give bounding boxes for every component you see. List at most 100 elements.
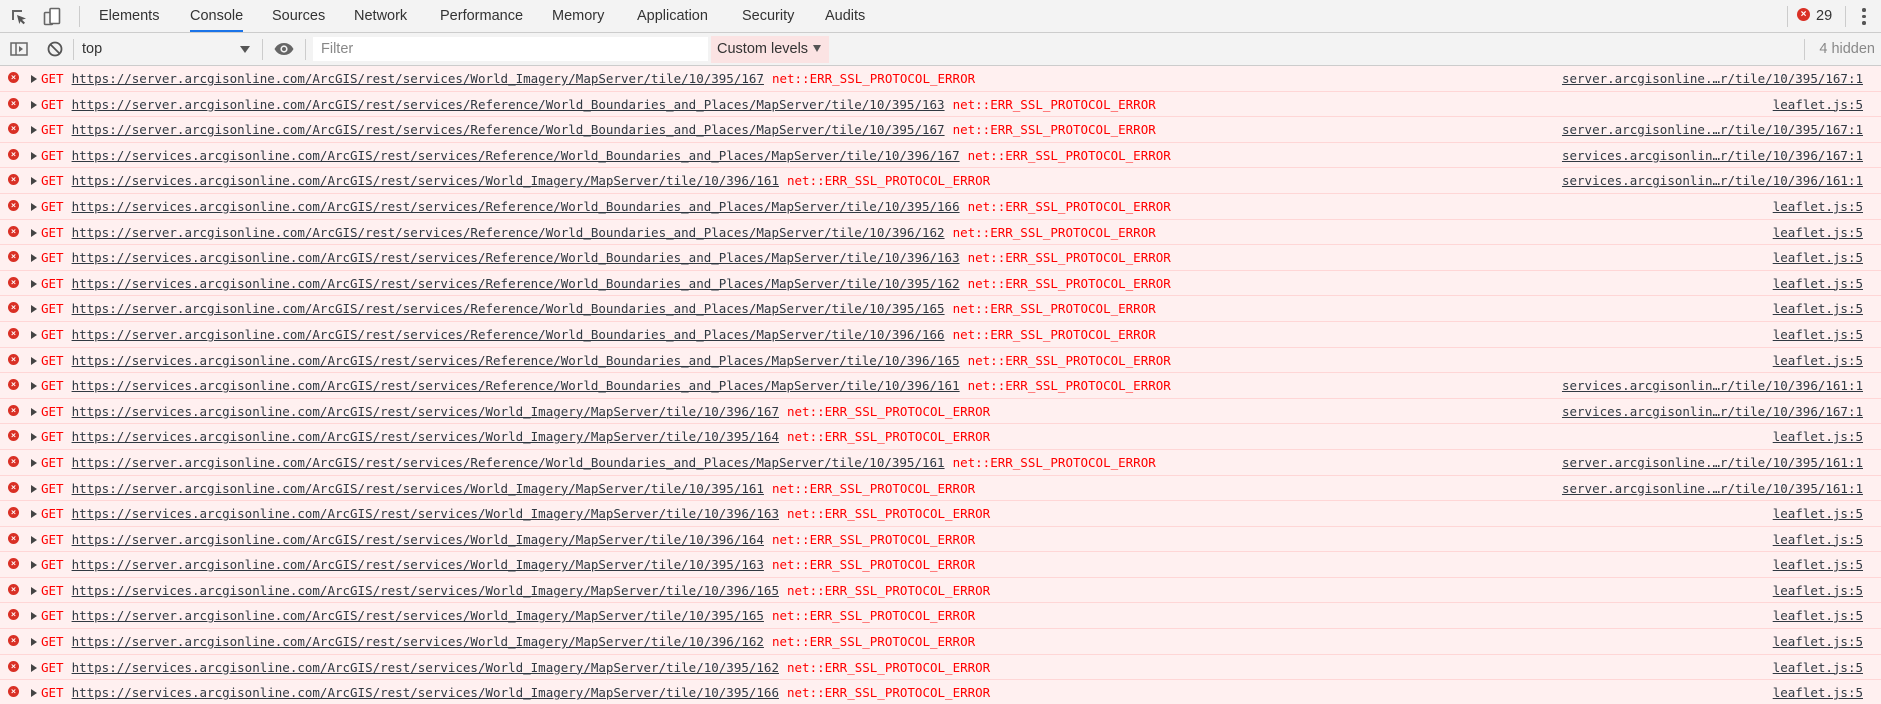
console-message-row[interactable]: × GET https://server.arcgisonline.com/ArcG… — [0, 219, 1881, 246]
expand-triangle-icon[interactable] — [31, 330, 37, 339]
error-icon[interactable]: × — [1797, 8, 1810, 21]
console-message-row[interactable]: × GET https://server.arcgisonline.com/ArcG… — [0, 603, 1881, 630]
source-link[interactable]: server.arcgisonline.…r/tile/10/395/167:1 — [1562, 66, 1863, 91]
request-url-link[interactable]: https://server.arcgisonline.com/ArcGIS/r… — [72, 634, 764, 649]
expand-triangle-icon[interactable] — [31, 689, 37, 698]
expand-triangle-icon[interactable] — [31, 305, 37, 314]
request-url-link[interactable]: https://server.arcgisonline.com/ArcGIS/r… — [72, 481, 764, 496]
expand-triangle-icon[interactable] — [31, 561, 37, 570]
source-link[interactable]: services.arcgisonlin…r/tile/10/396/161:1 — [1562, 168, 1863, 193]
request-url-link[interactable]: https://services.arcgisonline.com/ArcGIS… — [72, 378, 960, 393]
tab-console[interactable]: Console — [190, 0, 244, 32]
request-url-link[interactable]: https://services.arcgisonline.com/ArcGIS… — [72, 429, 779, 444]
expand-triangle-icon[interactable] — [31, 151, 37, 160]
source-link[interactable]: leaflet.js:5 — [1773, 348, 1863, 373]
request-url-link[interactable]: https://services.arcgisonline.com/ArcGIS… — [72, 506, 779, 521]
request-url-link[interactable]: https://services.arcgisonline.com/ArcGIS… — [72, 660, 779, 675]
console-message-row[interactable]: × GET https://services.arcgisonline.com/Ar… — [0, 270, 1881, 297]
expand-triangle-icon[interactable] — [31, 510, 37, 519]
request-url-link[interactable]: https://services.arcgisonline.com/ArcGIS… — [72, 199, 960, 214]
request-url-link[interactable]: https://server.arcgisonline.com/ArcGIS/r… — [72, 608, 764, 623]
expand-triangle-icon[interactable] — [31, 484, 37, 493]
source-link[interactable]: leaflet.js:5 — [1773, 552, 1863, 577]
expand-triangle-icon[interactable] — [31, 279, 37, 288]
console-message-row[interactable]: × GET https://services.arcgisonline.com/Ar… — [0, 680, 1881, 704]
source-link[interactable]: server.arcgisonline.…r/tile/10/395/161:1 — [1562, 450, 1863, 475]
source-link[interactable]: services.arcgisonlin…r/tile/10/396/161:1 — [1562, 373, 1863, 398]
source-link[interactable]: leaflet.js:5 — [1773, 271, 1863, 296]
source-link[interactable]: leaflet.js:5 — [1773, 603, 1863, 628]
more-options-icon[interactable] — [1862, 8, 1866, 28]
eye-icon[interactable] — [273, 38, 295, 60]
source-link[interactable]: leaflet.js:5 — [1773, 322, 1863, 347]
source-link[interactable]: leaflet.js:5 — [1773, 629, 1863, 654]
console-message-row[interactable]: × GET https://services.arcgisonline.com/Ar… — [0, 398, 1881, 425]
console-message-row[interactable]: × GET https://server.arcgisonline.com/ArcG… — [0, 296, 1881, 322]
console-message-row[interactable]: × GET https://services.arcgisonline.com/Ar… — [0, 577, 1881, 604]
source-link[interactable]: leaflet.js:5 — [1773, 194, 1863, 219]
device-toolbar-icon[interactable] — [41, 6, 63, 28]
filter-input[interactable] — [313, 37, 708, 61]
console-message-row[interactable]: × GET https://server.arcgisonline.com/ArcG… — [0, 449, 1881, 476]
console-message-row[interactable]: × GET https://services.arcgisonline.com/Ar… — [0, 501, 1881, 527]
source-link[interactable]: leaflet.js:5 — [1773, 527, 1863, 552]
request-url-link[interactable]: https://services.arcgisonline.com/ArcGIS… — [72, 583, 779, 598]
console-message-row[interactable]: × GET https://services.arcgisonline.com/Ar… — [0, 654, 1881, 681]
expand-triangle-icon[interactable] — [31, 638, 37, 647]
source-link[interactable]: leaflet.js:5 — [1773, 680, 1863, 704]
console-message-row[interactable]: × GET https://server.arcgisonline.com/ArcG… — [0, 475, 1881, 502]
request-url-link[interactable]: https://services.arcgisonline.com/ArcGIS… — [72, 353, 960, 368]
request-url-link[interactable]: https://server.arcgisonline.com/ArcGIS/r… — [72, 225, 945, 240]
expand-triangle-icon[interactable] — [31, 356, 37, 365]
console-message-row[interactable]: × GET https://server.arcgisonline.com/ArcG… — [0, 66, 1881, 92]
expand-triangle-icon[interactable] — [31, 663, 37, 672]
error-count[interactable]: 29 — [1816, 0, 1832, 32]
console-message-row[interactable]: × GET https://services.arcgisonline.com/Ar… — [0, 168, 1881, 194]
expand-triangle-icon[interactable] — [31, 177, 37, 186]
expand-triangle-icon[interactable] — [31, 202, 37, 211]
request-url-link[interactable]: https://services.arcgisonline.com/ArcGIS… — [72, 276, 960, 291]
expand-triangle-icon[interactable] — [31, 586, 37, 595]
request-url-link[interactable]: https://services.arcgisonline.com/ArcGIS… — [72, 404, 779, 419]
console-message-row[interactable]: × GET https://server.arcgisonline.com/ArcG… — [0, 321, 1881, 348]
request-url-link[interactable]: https://services.arcgisonline.com/ArcGIS… — [72, 173, 779, 188]
expand-triangle-icon[interactable] — [31, 612, 37, 621]
request-url-link[interactable]: https://server.arcgisonline.com/ArcGIS/r… — [72, 122, 945, 137]
request-url-link[interactable]: https://server.arcgisonline.com/ArcGIS/r… — [72, 532, 764, 547]
console-message-row[interactable]: × GET https://server.arcgisonline.com/ArcG… — [0, 526, 1881, 553]
source-link[interactable]: leaflet.js:5 — [1773, 501, 1863, 526]
request-url-link[interactable]: https://server.arcgisonline.com/ArcGIS/r… — [72, 71, 764, 86]
expand-triangle-icon[interactable] — [31, 407, 37, 416]
expand-triangle-icon[interactable] — [31, 75, 37, 83]
source-link[interactable]: leaflet.js:5 — [1773, 92, 1863, 117]
source-link[interactable]: leaflet.js:5 — [1773, 220, 1863, 245]
expand-triangle-icon[interactable] — [31, 433, 37, 442]
request-url-link[interactable]: https://services.arcgisonline.com/ArcGIS… — [72, 250, 960, 265]
console-message-row[interactable]: × GET https://services.arcgisonline.com/Ar… — [0, 193, 1881, 220]
request-url-link[interactable]: https://services.arcgisonline.com/ArcGIS… — [72, 685, 779, 700]
request-url-link[interactable]: https://server.arcgisonline.com/ArcGIS/r… — [72, 327, 945, 342]
source-link[interactable]: server.arcgisonline.…r/tile/10/395/161:1 — [1562, 476, 1863, 501]
expand-triangle-icon[interactable] — [31, 535, 37, 544]
request-url-link[interactable]: https://server.arcgisonline.com/ArcGIS/r… — [72, 301, 945, 316]
show-sidebar-icon[interactable] — [8, 38, 30, 60]
tab-memory[interactable]: Memory — [552, 0, 604, 32]
context-selector[interactable]: top — [82, 38, 254, 60]
request-url-link[interactable]: https://server.arcgisonline.com/ArcGIS/r… — [72, 455, 945, 470]
tab-performance[interactable]: Performance — [440, 0, 523, 32]
expand-triangle-icon[interactable] — [31, 382, 37, 391]
source-link[interactable]: leaflet.js:5 — [1773, 578, 1863, 603]
inspect-element-icon[interactable] — [8, 6, 30, 28]
expand-triangle-icon[interactable] — [31, 228, 37, 237]
request-url-link[interactable]: https://services.arcgisonline.com/ArcGIS… — [72, 148, 960, 163]
expand-triangle-icon[interactable] — [31, 254, 37, 263]
source-link[interactable]: server.arcgisonline.…r/tile/10/395/167:1 — [1562, 117, 1863, 142]
console-message-row[interactable]: × GET https://services.arcgisonline.com/Ar… — [0, 347, 1881, 374]
console-message-row[interactable]: × GET https://services.arcgisonline.com/Ar… — [0, 142, 1881, 169]
source-link[interactable]: services.arcgisonlin…r/tile/10/396/167:1 — [1562, 143, 1863, 168]
source-link[interactable]: leaflet.js:5 — [1773, 655, 1863, 680]
console-message-row[interactable]: × GET https://services.arcgisonline.com/Ar… — [0, 373, 1881, 399]
source-link[interactable]: leaflet.js:5 — [1773, 245, 1863, 270]
request-url-link[interactable]: https://server.arcgisonline.com/ArcGIS/r… — [72, 97, 945, 112]
tab-security[interactable]: Security — [742, 0, 794, 32]
